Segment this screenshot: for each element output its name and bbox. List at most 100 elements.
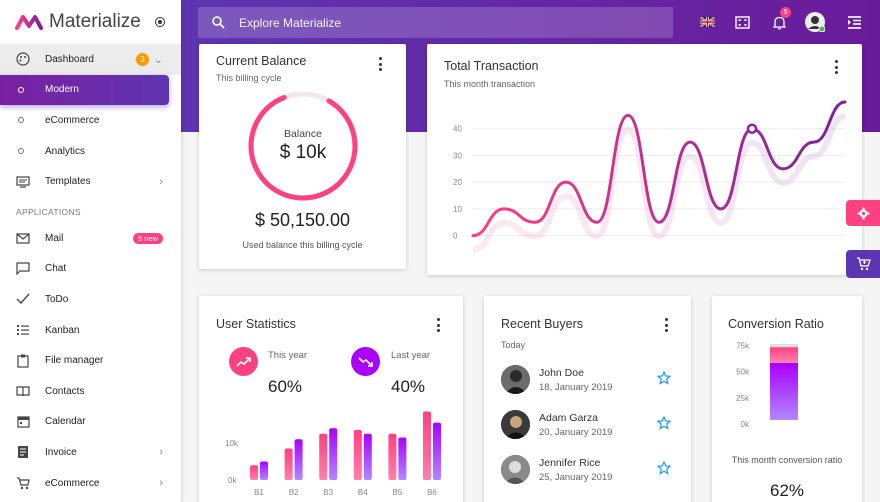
chevron-right-icon: › (159, 477, 163, 490)
buyer-list-item[interactable]: John Doe 18, January 2019 (501, 363, 691, 397)
card-title: Current Balance (216, 54, 307, 68)
transaction-line-chart: 0 10 20 30 40 (453, 100, 847, 253)
y-tick-label: 10 (453, 205, 462, 214)
sidebar-item-analytics[interactable]: Analytics (0, 136, 181, 167)
recent-buyers-card: Recent Buyers Today John Doe 18, January… (484, 296, 691, 502)
chat-icon (16, 262, 30, 276)
sidebar-section-header: APPLICATIONS (16, 206, 81, 217)
brand[interactable]: Materialize (0, 0, 181, 44)
conversion-ratio-card: Conversion Ratio 0k 25k 50k 75k This month … (712, 296, 862, 502)
sidebar-item-label: Dashboard (45, 53, 94, 65)
sidebar-item-ecommerce[interactable]: eCommerce › (0, 468, 181, 499)
sidebar-item-ecommerce-dashboard[interactable]: eCommerce (0, 105, 181, 136)
bar (770, 347, 798, 363)
chevron-right-icon: › (159, 175, 163, 188)
y-tick-label: 0 (453, 232, 458, 241)
bar (433, 422, 441, 480)
buyer-date: 20, January 2019 (539, 427, 613, 438)
sidebar-item-label: Contacts (45, 385, 85, 397)
bar (294, 439, 303, 480)
add-shopping-cart-icon (856, 257, 871, 271)
user-avatar[interactable] (805, 12, 825, 32)
sidebar-item-label: ToDo (45, 293, 69, 305)
trending-up-icon (229, 347, 258, 376)
balance-amount: $ 50,150.00 (254, 210, 351, 230)
bar (284, 448, 293, 480)
dashboard-count-badge: 3 (136, 52, 149, 66)
search-input[interactable] (239, 15, 639, 30)
sidebar-item-label: Templates (45, 176, 91, 188)
sidebar-item-contacts[interactable]: Contacts (0, 376, 181, 407)
clipboard-icon (16, 354, 30, 368)
sidebar-item-label: Modern (45, 84, 79, 96)
series-line-shadow (472, 113, 846, 253)
buyer-list-item[interactable]: Jennifer Rice 25, January 2019 (501, 453, 691, 487)
palette-icon (16, 52, 30, 66)
circle-icon (18, 117, 24, 124)
sidebar-item-templates[interactable]: Templates › (0, 166, 181, 197)
sidebar-item-kanban[interactable]: Kanban (0, 315, 181, 346)
sidebar-item-invoice[interactable]: Invoice › (0, 437, 181, 468)
cart-fab[interactable] (846, 250, 880, 278)
sidebar-item-calendar[interactable]: Calendar (0, 407, 181, 438)
bar (363, 433, 372, 480)
sidebar-item-label: Kanban (45, 324, 80, 336)
star-outline-icon[interactable] (657, 416, 671, 430)
chevron-right-icon: › (159, 446, 163, 459)
menu-open-icon[interactable] (844, 12, 864, 32)
sidebar-item-label: eCommerce (45, 114, 100, 126)
more-vert-icon[interactable] (664, 318, 668, 332)
ring-label: Balance (284, 128, 322, 140)
y-tick-label: 10k (225, 439, 239, 448)
settings-fab[interactable] (846, 200, 880, 226)
notifications-count-badge: 5 (780, 7, 791, 18)
list-icon (16, 323, 30, 337)
card-title: Conversion Ratio (728, 317, 824, 331)
sidebar-item-dashboard[interactable]: Dashboard 3 ⌄ (0, 44, 181, 75)
templates-icon (16, 175, 30, 189)
sidebar-item-chat[interactable]: Chat (0, 254, 181, 285)
bar (388, 433, 397, 480)
star-outline-icon[interactable] (657, 371, 671, 385)
sidebar-item-todo[interactable]: ToDo (0, 284, 181, 315)
more-vert-icon[interactable] (378, 57, 382, 71)
sidebar-item-file-manager[interactable]: File manager (0, 345, 181, 376)
y-tick-label: 30 (453, 151, 462, 160)
last-year-label: Last year (391, 350, 431, 361)
buyer-avatar (501, 410, 530, 439)
contacts-book-icon (16, 384, 30, 398)
user-statistics-card: User Statistics This year 60% Last year … (199, 296, 463, 502)
sidebar-item-label: eCommerce (45, 477, 100, 489)
uk-flag-icon[interactable] (697, 12, 717, 32)
sidebar-item-modern[interactable]: Modern (0, 74, 169, 106)
y-tick-label: 40 (453, 125, 462, 134)
more-vert-icon[interactable] (436, 318, 440, 332)
buyer-list-item[interactable]: Adam Garza 20, January 2019 (501, 408, 691, 442)
bar (770, 363, 798, 420)
top-navbar: 5 (181, 0, 880, 44)
brand-name: Materialize (49, 11, 141, 32)
x-tick-label: B4 (358, 488, 368, 497)
notifications-bell-icon[interactable]: 5 (769, 7, 791, 32)
sidebar-item-mail[interactable]: Mail 5 new (0, 223, 181, 254)
card-title: Recent Buyers (501, 317, 583, 331)
buyer-name: Jennifer Rice (539, 457, 601, 469)
search-icon (212, 16, 225, 29)
buyer-avatar (501, 455, 530, 484)
fullscreen-icon[interactable] (732, 12, 752, 32)
sidebar-toggle-icon[interactable] (155, 17, 165, 27)
settings-gear-icon (857, 207, 869, 219)
series-line (471, 100, 847, 238)
sidebar-item-label: File manager (45, 355, 104, 367)
y-tick-label: 0k (741, 420, 750, 429)
star-outline-icon[interactable] (657, 461, 671, 475)
x-tick-label: B5 (393, 488, 403, 497)
sidebar: Materialize Dashboard 3 ⌄ Modern eCommer… (0, 0, 181, 502)
search-bar[interactable] (198, 7, 673, 38)
x-tick-label: B2 (289, 488, 299, 497)
buyer-avatar (501, 365, 530, 394)
calendar-icon (16, 415, 30, 429)
invoice-icon (16, 445, 30, 459)
balance-footnote: Used balance this billing cycle (242, 240, 363, 250)
chevron-down-icon: ⌄ (153, 53, 163, 66)
